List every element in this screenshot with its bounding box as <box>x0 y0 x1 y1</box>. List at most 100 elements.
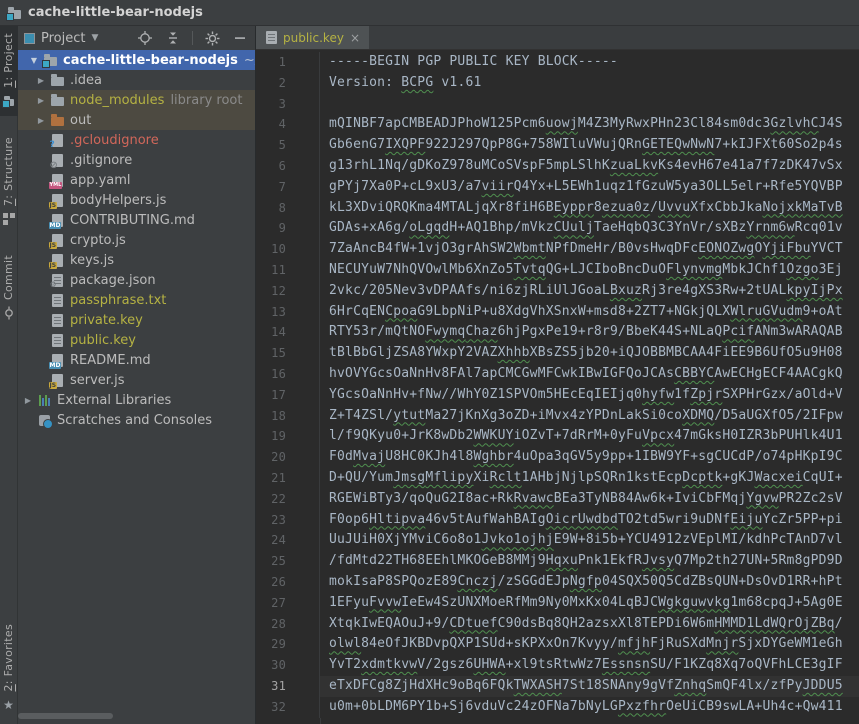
line-text[interactable]: /fdMtd22TH68EEhlMKOGeB8MMj9HqxuPnk1EkfRJ… <box>320 551 859 572</box>
editor-line[interactable]: 6g13rhL1Nq/gDKoZ978uMCoSVspF5mpLSlhKzuaL… <box>256 156 859 177</box>
line-text[interactable]: Gb6enG7IXQPF922J297QpP8G+758WIluVWujQRnG… <box>320 135 859 156</box>
line-text[interactable]: mQINBF7apCMBEADJPhoW125Pcm6uowjM4Z3MyRwx… <box>320 114 859 135</box>
editor-line[interactable]: 5Gb6enG7IXQPF922J297QpP8G+758WIluVWujQRn… <box>256 135 859 156</box>
editor-line[interactable]: 271EFyuFvvwIeEw4SzUNXMoeRfMm9Ny0MxKx04Lq… <box>256 593 859 614</box>
editor-line[interactable]: 20F0dMvajU8HC0KJh4l8Wghbr4uOpa3qGV5y9pp+… <box>256 447 859 468</box>
editor-line[interactable]: 4mQINBF7apCMBEADJPhoW125Pcm6uowjM4Z3MyRw… <box>256 114 859 135</box>
tree-row-server-js[interactable]: JSserver.js <box>18 370 255 390</box>
tree-row-node-modules[interactable]: ▶node_moduleslibrary root <box>18 90 255 110</box>
tree-row-private-key[interactable]: private.key <box>18 310 255 330</box>
tree-row-keys-js[interactable]: JSkeys.js <box>18 250 255 270</box>
line-text[interactable]: hvOVYGcsOaNnHv8FAl7apCMCGwMFCwkIBwIGFQoJ… <box>320 364 859 385</box>
editor-line[interactable]: 2Version: BCPG v1.61 <box>256 73 859 94</box>
line-text[interactable]: GDAs+xA6g/oLgqdH+AQ1Bhp/mVkzCUuljTaeHqbQ… <box>320 218 859 239</box>
editor-line[interactable]: 11NECUYuW7NhQVOwlMb6XnZo5TvtqQG+LJCIboBn… <box>256 260 859 281</box>
tree-row--gitignore[interactable]: ⊘.gitignore <box>18 150 255 170</box>
editor-line[interactable]: 136HrCqENCpoaG9LbpNiP+u8XdgVhXSnxW+msd8+… <box>256 302 859 323</box>
editor-line[interactable]: 17YGcsOaNnHv+fNw//WhY0Z1SPVOm5HEcEqIEIjq… <box>256 385 859 406</box>
editor-line[interactable]: 18Z+T4ZSl/ytutMa27jKnXg3oZD+iMvx4zYPDnLa… <box>256 406 859 427</box>
line-text[interactable]: u0m+0bLDM6PY1b+Sj6vduVc24zOFNa7bNyLGPxzf… <box>320 697 859 718</box>
line-text[interactable]: kL3XDviQRQKma4MTALjqXr8fiH6BEyppr8ezua0z… <box>320 198 859 219</box>
line-text[interactable]: 6HrCqENCpoaG9LbpNiP+u8XdgVhXSnxW+msd8+2Z… <box>320 302 859 323</box>
tree-row--gcloudignore[interactable]: ?.gcloudignore <box>18 130 255 150</box>
line-text[interactable]: -----BEGIN PGP PUBLIC KEY BLOCK----- <box>320 52 859 73</box>
line-text[interactable]: eTxDFCg8ZjHdXHc9oBq6FQkTWXASH7St18SNAny9… <box>320 676 859 697</box>
tree-row--idea[interactable]: ▶.idea <box>18 70 255 90</box>
tool-button----structure[interactable]: 7: Structure <box>0 130 18 234</box>
line-text[interactable]: 1EFyuFvvwIeEw4SzUNXMoeRfMm9Ny0MxKx04LqBJ… <box>320 593 859 614</box>
line-text[interactable]: RGEWiBTy3/qoQuG2I8ac+RkRvawcBEa3TyNB84Aw… <box>320 489 859 510</box>
editor-line[interactable]: 7gPYj7Xa0P+cL9xU3/a7viirQ4Yx+L5EWh1uqz1f… <box>256 177 859 198</box>
tree-row-scratches-and-consoles[interactable]: Scratches and Consoles <box>18 410 255 430</box>
tab-public-key[interactable]: public.key × <box>256 26 369 49</box>
chevron-down-icon[interactable]: ▼ <box>26 56 42 65</box>
tree-row-cache-little-bear-nodejs[interactable]: ▼cache-little-bear-nodejs~/Doc <box>18 50 255 70</box>
line-text[interactable] <box>320 94 859 115</box>
tool-button----favorites[interactable]: 2: Favorites★ <box>0 617 18 720</box>
line-text[interactable]: l/f9QKyu0+JrK8wDb2WWKUYiOZvT+7dRrM+0yFuV… <box>320 426 859 447</box>
scrollbar-thumb[interactable] <box>18 713 113 719</box>
tree-row-out[interactable]: ▶out <box>18 110 255 130</box>
line-text[interactable]: F0dMvajU8HC0KJh4l8Wghbr4uOpa3qGV5y9pp+1I… <box>320 447 859 468</box>
hide-button[interactable] <box>231 29 249 47</box>
horizontal-scrollbar[interactable] <box>18 713 256 720</box>
editor-line[interactable]: 32u0m+0bLDM6PY1b+Sj6vduVc24zOFNa7bNyLGPx… <box>256 697 859 718</box>
settings-button[interactable] <box>203 29 221 47</box>
chevron-right-icon[interactable]: ▶ <box>20 396 36 405</box>
tree-row-external-libraries[interactable]: ▶External Libraries <box>18 390 255 410</box>
editor-line[interactable]: 9GDAs+xA6g/oLgqdH+AQ1Bhp/mVkzCUuljTaeHqb… <box>256 218 859 239</box>
line-text[interactable]: UuJUiH0XjYMviC6o8o1Jvko1ojhjE9W+8i5b+YCU… <box>320 530 859 551</box>
editor-line[interactable]: 29olwl84eOfJKBDvpQXP1SUd+sKPXxOn7Kvyy/mf… <box>256 634 859 655</box>
editor-line[interactable]: 26mokIsaP8SPQozE89Cnczj/zSGGdEJpNgfp04SQ… <box>256 572 859 593</box>
tool-button----project[interactable]: 1: Project <box>0 26 18 116</box>
editor-line[interactable]: 14RTY53r/mQtNOFwymqChaz6hjPgxPe19+r8r9/B… <box>256 322 859 343</box>
editor-line[interactable]: 8kL3XDviQRQKma4MTALjqXr8fiH6BEyppr8ezua0… <box>256 198 859 219</box>
chevron-right-icon[interactable]: ▶ <box>33 96 49 105</box>
line-text[interactable]: 7ZaAncB4fW+1vjO3grAhSW2WbmtNPfDmeHr/B0vs… <box>320 239 859 260</box>
chevron-right-icon[interactable]: ▶ <box>33 76 49 85</box>
line-text[interactable]: RTY53r/mQtNOFwymqChaz6hjPgxPe19+r8r9/Bbe… <box>320 322 859 343</box>
tree-row-readme-md[interactable]: MDREADME.md <box>18 350 255 370</box>
tree-row-package-json[interactable]: ⚙package.json <box>18 270 255 290</box>
line-text[interactable]: F0op6Hltipva46v5tAufWahBAIgOicrUwdbdTO2t… <box>320 510 859 531</box>
line-text[interactable]: D+QU/YumJmsgMflipyXiRclt1AHbjNjlpSQRn1ks… <box>320 468 859 489</box>
chevron-right-icon[interactable]: ▶ <box>33 116 49 125</box>
line-text[interactable]: gPYj7Xa0P+cL9xU3/a7viirQ4Yx+L5EWh1uqz1fG… <box>320 177 859 198</box>
editor-line[interactable]: 28XtqkIwEQAOuJ+9/CDtuefC90dsBq8QH2azsxXl… <box>256 614 859 635</box>
tree-row-bodyhelpers-js[interactable]: JSbodyHelpers.js <box>18 190 255 210</box>
collapse-all-button[interactable] <box>164 29 182 47</box>
locate-button[interactable] <box>136 29 154 47</box>
editor-line[interactable]: 107ZaAncB4fW+1vjO3grAhSW2WbmtNPfDmeHr/B0… <box>256 239 859 260</box>
editor-line[interactable]: 21D+QU/YumJmsgMflipyXiRclt1AHbjNjlpSQRn1… <box>256 468 859 489</box>
tool-button-commit[interactable]: Commit <box>0 248 18 328</box>
tree-row-crypto-js[interactable]: JScrypto.js <box>18 230 255 250</box>
line-text[interactable]: g13rhL1Nq/gDKoZ978uMCoSVspF5mpLSlhKzuaLk… <box>320 156 859 177</box>
editor-line[interactable]: 22RGEWiBTy3/qoQuG2I8ac+RkRvawcBEa3TyNB84… <box>256 489 859 510</box>
line-text[interactable]: 2vkc/205Nev3vDPAAfs/ni6zjRLiUlJGoaLBxuzR… <box>320 281 859 302</box>
project-view-selector[interactable]: Project ▼ <box>24 31 98 46</box>
line-text[interactable]: XtqkIwEQAOuJ+9/CDtuefC90dsBq8QH2azsxXl8T… <box>320 614 859 635</box>
line-text[interactable]: YvT2xdmtkvwV/2gsz6UHWA+xl9tsRtwWz7Essnsn… <box>320 655 859 676</box>
editor-line[interactable]: 16hvOVYGcsOaNnHv8FAl7apCMCGwMFCwkIBwIGFQ… <box>256 364 859 385</box>
editor-line[interactable]: 19l/f9QKyu0+JrK8wDb2WWKUYiOZvT+7dRrM+0yF… <box>256 426 859 447</box>
line-text[interactable]: Version: BCPG v1.61 <box>320 73 859 94</box>
line-text[interactable]: olwl84eOfJKBDvpQXP1SUd+sKPXxOn7Kvyy/mfjh… <box>320 634 859 655</box>
code-area[interactable]: 1-----BEGIN PGP PUBLIC KEY BLOCK-----2Ve… <box>256 50 859 724</box>
editor-line[interactable]: 23F0op6Hltipva46v5tAufWahBAIgOicrUwdbdTO… <box>256 510 859 531</box>
editor-line[interactable]: 1-----BEGIN PGP PUBLIC KEY BLOCK----- <box>256 52 859 73</box>
line-text[interactable]: NECUYuW7NhQVOwlMb6XnZo5TvtqQG+LJCIboBncD… <box>320 260 859 281</box>
editor-line[interactable]: 31eTxDFCg8ZjHdXHc9oBq6FQkTWXASH7St18SNAn… <box>256 676 859 697</box>
editor-line[interactable]: 3 <box>256 94 859 115</box>
line-text[interactable]: mokIsaP8SPQozE89Cnczj/zSGGdEJpNgfp04SQX5… <box>320 572 859 593</box>
close-icon[interactable]: × <box>350 32 360 44</box>
tree-row-app-yaml[interactable]: YMLapp.yaml <box>18 170 255 190</box>
editor-line[interactable]: 15tBlBbGljZSA8YWxpY2VAZXhhbXBsZS5jb20+iQ… <box>256 343 859 364</box>
tree-row-public-key[interactable]: public.key <box>18 330 255 350</box>
editor-line[interactable]: 24UuJUiH0XjYMviC6o8o1Jvko1ojhjE9W+8i5b+Y… <box>256 530 859 551</box>
tree-row-contributing-md[interactable]: MDCONTRIBUTING.md <box>18 210 255 230</box>
line-text[interactable]: YGcsOaNnHv+fNw//WhY0Z1SPVOm5HEcEqIEIjq0h… <box>320 385 859 406</box>
editor-line[interactable]: 122vkc/205Nev3vDPAAfs/ni6zjRLiUlJGoaLBxu… <box>256 281 859 302</box>
editor-line[interactable]: 25/fdMtd22TH68EEhlMKOGeB8MMj9HqxuPnk1Ekf… <box>256 551 859 572</box>
tree-row-passphrase-txt[interactable]: passphrase.txt <box>18 290 255 310</box>
line-text[interactable]: tBlBbGljZSA8YWxpY2VAZXhhbXBsZS5jb20+iQJO… <box>320 343 859 364</box>
